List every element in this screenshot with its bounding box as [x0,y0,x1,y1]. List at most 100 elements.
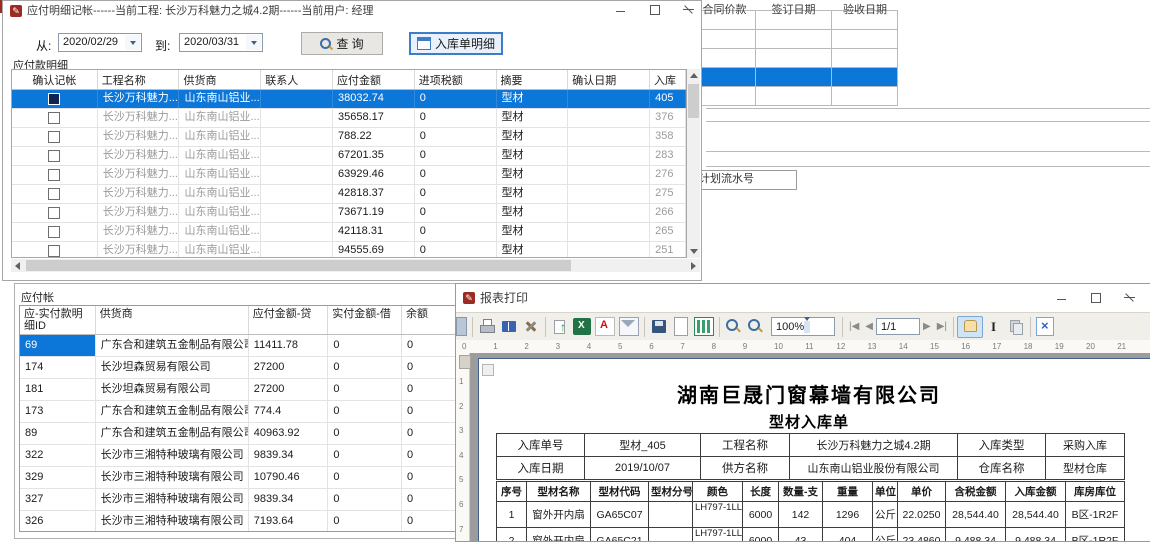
ledger-row[interactable]: 69广东合和建筑五金制品有限公司11411.7800 [20,335,470,357]
minimize-button[interactable] [615,1,627,19]
last-page-icon[interactable]: ▶| [937,321,947,332]
excel-export-icon[interactable] [573,318,591,335]
scroll-thumb[interactable] [688,84,699,118]
tools-icon[interactable] [522,318,540,335]
scroll-right-icon[interactable] [687,259,700,272]
cell: 174 [20,357,96,378]
zoom-out-icon[interactable] [747,318,765,335]
column-header[interactable]: 应付金额 [333,70,415,89]
export-up-icon[interactable] [551,318,569,335]
close-button[interactable] [683,1,695,19]
column-header[interactable]: 摘要 [497,70,569,89]
payable-detail-row[interactable]: 长沙万科魅力...山东南山铝业...67201.350型材283 [12,147,686,166]
hand-pan-icon[interactable] [961,317,979,334]
chevron-down-icon[interactable] [125,35,140,50]
inbound-detail-button[interactable]: 入库单明细 [409,32,503,55]
zoom-level-combo[interactable]: 100% [771,317,835,336]
contract-row[interactable] [695,87,898,106]
payable-detail-row[interactable]: 长沙万科魅力...山东南山铝业...788.220型材358 [12,128,686,147]
horizontal-scrollbar[interactable] [11,259,700,272]
ledger-row[interactable]: 173广东合和建筑五金制品有限公司774.400 [20,401,470,423]
chevron-down-icon[interactable] [804,321,810,333]
column-header[interactable]: 联系人 [261,70,333,89]
column-header[interactable]: 入库 [650,70,686,89]
to-date-combo[interactable]: 2020/03/31 [179,33,263,52]
column-header[interactable]: 确认日期 [568,70,650,89]
column-header[interactable]: 应付金额-贷 [249,306,329,334]
from-date-combo[interactable]: 2020/02/29 [58,33,142,52]
close-preview-icon[interactable] [1036,317,1054,336]
prev-page-icon[interactable]: ◀ [865,321,873,332]
column-header: 合同价款 [694,1,755,17]
payable-detail-row[interactable]: 长沙万科魅力...山东南山铝业...42118.310型材265 [12,223,686,242]
titlebar[interactable]: ✎ 应付明细记帐------当前工程: 长沙万科魅力之城4.2期------当前… [3,1,701,21]
query-button[interactable]: 查 询 [301,32,383,55]
next-page-icon[interactable]: ▶ [923,321,931,332]
confirm-checkbox[interactable] [48,112,60,124]
printer-icon[interactable] [478,318,496,335]
copy-pages-icon[interactable] [1007,318,1025,335]
mail-icon[interactable] [619,317,639,336]
zoom-in-icon[interactable] [725,318,743,335]
pdf-export-icon[interactable] [595,317,615,336]
confirm-checkbox[interactable] [48,150,60,162]
ruler-number: 16 [961,342,970,351]
maximize-button[interactable] [649,1,661,19]
ledger-row[interactable]: 329长沙市三湘特种玻璃有限公司10790.4600 [20,467,470,489]
scroll-up-icon[interactable] [687,69,700,82]
contract-row[interactable] [695,30,898,49]
close-button[interactable] [1124,289,1136,307]
column-header[interactable]: 应-实付款明细ID [20,306,96,334]
payable-detail-row[interactable]: 长沙万科魅力...山东南山铝业...63929.460型材276 [12,166,686,185]
chevron-down-icon[interactable] [246,35,261,50]
scroll-down-icon[interactable] [687,245,700,258]
payable-detail-row[interactable]: 长沙万科魅力...山东南山铝业...35658.170型材376 [12,109,686,128]
single-page-icon[interactable] [674,317,688,336]
column-header[interactable]: 供货商 [179,70,261,89]
ledger-row[interactable]: 327长沙市三湘特种玻璃有限公司9839.3400 [20,489,470,511]
pages-grid-icon[interactable] [694,317,714,336]
ledger-row[interactable]: 322长沙市三湘特种玻璃有限公司9839.3400 [20,445,470,467]
vertical-scrollbar[interactable] [687,69,700,258]
info-label: 工程名称 [701,434,790,457]
confirm-checkbox[interactable] [48,169,60,181]
sidebar-icon[interactable] [456,317,467,336]
serial-number-field[interactable]: 计划流水号 [696,170,797,190]
first-page-icon[interactable]: |◀ [849,321,859,332]
payable-detail-row[interactable]: 长沙万科魅力...山东南山铝业...73671.190型材266 [12,204,686,223]
column-header[interactable]: 工程名称 [98,70,180,89]
minimize-button[interactable] [1056,289,1068,307]
ledger-row[interactable]: 89广东合和建筑五金制品有限公司40963.9200 [20,423,470,445]
book-icon[interactable] [500,318,518,335]
info-label: 入库日期 [497,457,585,480]
confirm-checkbox[interactable] [48,207,60,219]
ledger-row[interactable]: 181长沙坦森贸易有限公司2720000 [20,379,470,401]
print-setup-icon[interactable] [650,318,668,335]
cell: 长沙市三湘特种玻璃有限公司 [96,511,249,532]
maximize-button[interactable] [1090,289,1102,307]
contract-row[interactable] [695,68,898,87]
column-header[interactable]: 进项税额 [415,70,497,89]
scroll-thumb[interactable] [26,260,571,271]
column-header[interactable]: 确认记帐 [12,70,98,89]
confirm-checkbox[interactable] [48,245,60,257]
scroll-left-icon[interactable] [11,259,24,272]
payable-detail-row[interactable]: 长沙万科魅力...山东南山铝业...38032.740型材405 [12,90,686,109]
confirm-checkbox[interactable] [48,226,60,238]
confirm-checkbox[interactable] [48,93,60,105]
payable-detail-row[interactable]: 长沙万科魅力...山东南山铝业...94555.690型材251 [12,242,686,258]
text-select-icon[interactable] [985,318,1003,335]
page-number-input[interactable]: 1/1 [876,318,920,335]
contract-row[interactable] [695,49,898,68]
cell [261,109,333,127]
ledger-row[interactable]: 174长沙坦森贸易有限公司2720000 [20,357,470,379]
preview-area[interactable]: 1234567 湖南巨晟门窗幕墙有限公司 型材入库单 入库单号型材_405工程名… [456,353,1150,541]
payable-detail-row[interactable]: 长沙万科魅力...山东南山铝业...42818.370型材275 [12,185,686,204]
column-header[interactable]: 供货商 [96,306,249,334]
confirm-checkbox[interactable] [48,188,60,200]
cell: 326 [20,511,96,532]
column-header[interactable]: 实付金额-借 [328,306,402,334]
confirm-checkbox[interactable] [48,131,60,143]
titlebar[interactable]: ✎ 报表打印 [456,284,1150,312]
ledger-row[interactable]: 326长沙市三湘特种玻璃有限公司7193.6400 [20,511,470,532]
